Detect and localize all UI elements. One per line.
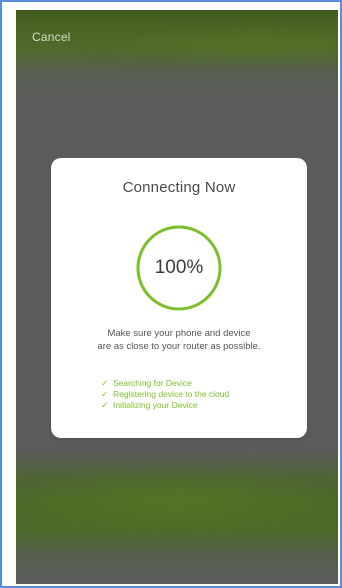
app-screen: Cancel Connecting Now 100% Make sure you… bbox=[16, 10, 338, 584]
step-item: ✓ Registering device to the cloud bbox=[101, 389, 229, 400]
blurred-header-background bbox=[76, 26, 336, 66]
screenshot-frame: Cancel Connecting Now 100% Make sure you… bbox=[0, 0, 342, 588]
hint-line-2: are as close to your router as possible. bbox=[97, 341, 261, 352]
check-icon: ✓ bbox=[101, 400, 109, 410]
cancel-button[interactable]: Cancel bbox=[32, 30, 71, 44]
steps-list: ✓ Searching for Device ✓ Registering devic… bbox=[101, 378, 229, 411]
progress-percent: 100% bbox=[154, 257, 204, 278]
check-icon: ✓ bbox=[101, 389, 109, 399]
step-item: ✓ Searching for Device bbox=[101, 378, 229, 389]
connecting-dialog: Connecting Now 100% Make sure your phone… bbox=[51, 158, 307, 438]
check-icon: ✓ bbox=[101, 378, 109, 388]
dialog-title: Connecting Now bbox=[122, 179, 236, 196]
step-label: Searching for Device bbox=[113, 378, 192, 388]
progress-ring: 100% bbox=[135, 224, 223, 312]
blurred-bottom-button-background bbox=[26, 470, 328, 530]
placement-hint: Make sure your phone and device are as c… bbox=[61, 327, 297, 353]
step-item: ✓ Initializing your Device bbox=[101, 400, 229, 411]
step-label: Initializing your Device bbox=[113, 400, 198, 410]
step-label: Registering device to the cloud bbox=[113, 389, 230, 399]
hint-line-1: Make sure your phone and device bbox=[107, 328, 251, 339]
